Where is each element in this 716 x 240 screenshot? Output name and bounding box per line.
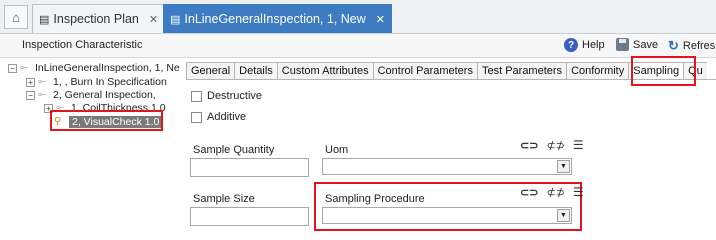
highlight-box xyxy=(631,56,696,86)
sample-size-input[interactable] xyxy=(190,207,309,226)
document-icon: ▤ xyxy=(170,13,181,26)
tab-test-parameters[interactable]: Test Parameters xyxy=(476,62,567,80)
save-button[interactable]: Save xyxy=(616,38,658,51)
tab-inline-general-inspection[interactable]: ▤ InLineGeneralInspection, 1, New ✕ xyxy=(163,4,392,33)
highlight-box xyxy=(50,110,163,131)
document-icon: ▤ xyxy=(39,13,50,26)
uom-label: Uom xyxy=(325,144,349,156)
menu-icon[interactable]: ☰ xyxy=(573,138,584,152)
expand-icon[interactable]: + xyxy=(26,77,35,87)
destructive-checkbox[interactable]: Destructive xyxy=(191,90,262,102)
tab-conformity[interactable]: Conformity xyxy=(566,62,629,80)
close-icon[interactable]: ✕ xyxy=(149,13,158,26)
characteristic-node-icon: ⟜ xyxy=(38,76,46,87)
tab-label: Inspection Plan xyxy=(53,12,139,26)
save-icon xyxy=(616,38,629,51)
home-button[interactable]: ⌂ xyxy=(4,5,28,29)
uom-actions: ⊂⊃ ⊄⊅ ☰ xyxy=(520,138,584,152)
sample-quantity-input[interactable] xyxy=(190,158,309,177)
sample-size-label: Sample Size xyxy=(193,193,255,205)
toolbar: Inspection Characteristic ? Help Save ↻ … xyxy=(0,34,716,58)
page-title: Inspection Characteristic xyxy=(22,39,143,51)
document-tab-bar: ⌂ ▤ Inspection Plan ✕ ▤ InLineGeneralIns… xyxy=(0,0,716,34)
sampling-procedure-actions: ⊂⊃ ⊄⊅ ☰ xyxy=(520,185,584,199)
tab-details[interactable]: Details xyxy=(234,62,277,80)
close-icon[interactable]: ✕ xyxy=(376,13,385,26)
tree-item[interactable]: + ⟜ 1, , Burn In Specification xyxy=(26,76,167,88)
sample-quantity-label: Sample Quantity xyxy=(193,144,275,156)
chevron-down-icon[interactable]: ▼ xyxy=(557,160,570,173)
property-tabs: General Details Custom Attributes Contro… xyxy=(186,62,707,80)
tree-item-root[interactable]: − ⟜ InLineGeneralInspection, 1, Ne xyxy=(8,62,180,74)
additive-checkbox[interactable]: Additive xyxy=(191,111,246,123)
checkbox-box[interactable] xyxy=(191,90,202,102)
characteristic-tree: − ⟜ InLineGeneralInspection, 1, Ne + ⟜ 1… xyxy=(8,60,180,238)
home-icon: ⌂ xyxy=(12,9,20,25)
tab-custom-attributes[interactable]: Custom Attributes xyxy=(276,62,373,80)
unlink-icon[interactable]: ⊄⊅ xyxy=(546,139,564,152)
link-icon[interactable]: ⊂⊃ xyxy=(520,186,538,199)
unlink-icon[interactable]: ⊄⊅ xyxy=(546,186,564,199)
tab-inspection-plan[interactable]: ▤ Inspection Plan ✕ xyxy=(32,4,166,33)
uom-select[interactable]: ▼ xyxy=(322,158,572,175)
inspection-node-icon: ⟜ xyxy=(20,62,28,73)
characteristic-node-icon: ⟜ xyxy=(38,89,46,100)
tree-item[interactable]: − ⟜ 2, General Inspection, xyxy=(26,89,156,101)
chevron-down-icon[interactable]: ▼ xyxy=(557,209,570,222)
tab-general[interactable]: General xyxy=(186,62,235,80)
collapse-icon[interactable]: − xyxy=(8,63,17,73)
refresh-button[interactable]: ↻ Refres xyxy=(668,38,715,54)
checkbox-box[interactable] xyxy=(191,111,202,123)
collapse-icon[interactable]: − xyxy=(26,90,35,100)
refresh-icon: ↻ xyxy=(668,38,679,53)
tab-control-parameters[interactable]: Control Parameters xyxy=(372,62,477,80)
tab-label: InLineGeneralInspection, 1, New xyxy=(184,12,366,26)
help-button[interactable]: ? Help xyxy=(564,38,605,52)
sampling-procedure-select[interactable]: ▼ xyxy=(322,207,572,224)
link-icon[interactable]: ⊂⊃ xyxy=(520,139,538,152)
sampling-procedure-label: Sampling Procedure xyxy=(325,193,425,205)
menu-icon[interactable]: ☰ xyxy=(573,185,584,199)
help-icon: ? xyxy=(564,38,578,52)
